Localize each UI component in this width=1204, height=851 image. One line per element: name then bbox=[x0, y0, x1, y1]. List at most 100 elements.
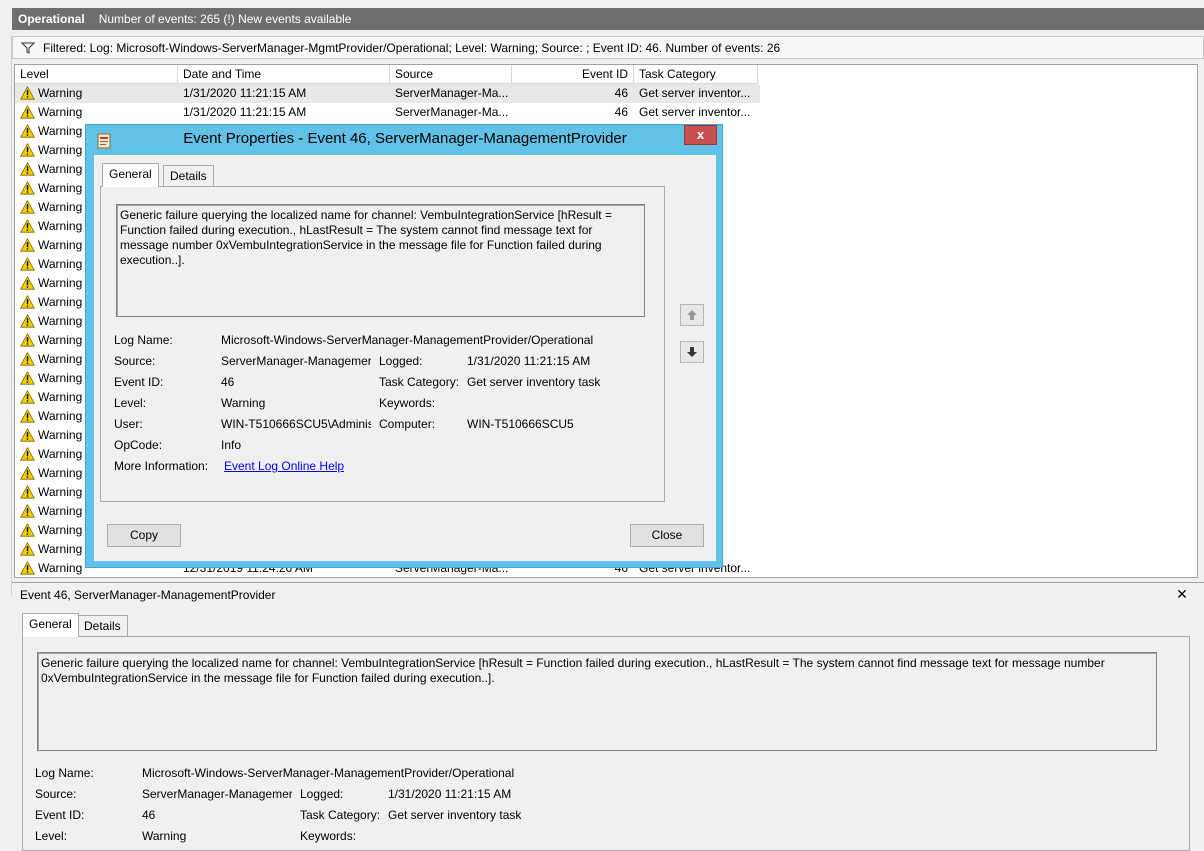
close-button[interactable]: Close bbox=[630, 524, 704, 547]
detail-general-panel: Generic failure querying the localized n… bbox=[22, 636, 1190, 851]
warning-icon bbox=[20, 352, 35, 366]
detail-title: Event 46, ServerManager-ManagementProvid… bbox=[20, 588, 276, 602]
tab-details[interactable]: Details bbox=[163, 165, 214, 187]
warning-icon bbox=[20, 295, 35, 309]
arrow-down-icon bbox=[687, 347, 697, 357]
source-cell: ServerManager-Ma... bbox=[395, 86, 509, 100]
level-label: Level: bbox=[114, 396, 147, 410]
warning-icon bbox=[20, 390, 35, 404]
dialog-title: Event Properties - Event 46, ServerManag… bbox=[183, 130, 627, 147]
warning-icon bbox=[20, 371, 35, 385]
id-cell: 46 bbox=[614, 105, 628, 119]
warning-icon bbox=[20, 333, 35, 347]
detail-logged-value: 1/31/2020 11:21:15 AM bbox=[388, 787, 512, 801]
column-header-level[interactable]: Level bbox=[15, 65, 178, 84]
computer-label: Computer: bbox=[379, 417, 436, 431]
user-value: WIN-T510666SCU5\Adminis bbox=[221, 417, 371, 431]
event-count-summary: Number of events: 265 (!) New events ava… bbox=[98, 12, 352, 26]
warning-icon bbox=[20, 542, 35, 556]
source-cell: ServerManager-Ma... bbox=[395, 105, 509, 119]
log-name-label: Log Name: bbox=[114, 333, 173, 347]
dialog-body: General Details Generic failure querying… bbox=[94, 155, 716, 561]
log-name: Operational bbox=[18, 12, 85, 26]
detail-source-label: Source: bbox=[35, 787, 77, 801]
warning-icon bbox=[20, 428, 35, 442]
log-name-value: Microsoft-Windows-ServerManager-Manageme… bbox=[221, 333, 594, 347]
detail-event-id-label: Event ID: bbox=[35, 808, 85, 822]
detail-task-category-value: Get server inventory task bbox=[388, 808, 522, 822]
date-cell: 1/31/2020 11:21:15 AM bbox=[183, 86, 307, 100]
detail-source-value: ServerManager-Managemer bbox=[142, 787, 292, 801]
warning-icon bbox=[20, 561, 35, 575]
warning-icon bbox=[20, 485, 35, 499]
next-event-button[interactable] bbox=[680, 341, 704, 363]
column-header-date[interactable]: Date and Time bbox=[178, 65, 390, 84]
warning-icon bbox=[20, 219, 35, 233]
arrow-up-icon bbox=[687, 310, 697, 320]
event-log-online-help-link[interactable]: Event Log Online Help bbox=[224, 459, 344, 473]
table-row[interactable]: Warning 1/31/2020 11:21:15 AM ServerManage… bbox=[15, 103, 760, 122]
left-strip bbox=[0, 36, 12, 596]
column-header-source[interactable]: Source bbox=[390, 65, 512, 84]
warning-icon bbox=[20, 200, 35, 214]
computer-value: WIN-T510666SCU5 bbox=[467, 417, 574, 431]
detail-header: Event 46, ServerManager-ManagementProvid… bbox=[12, 582, 1204, 604]
event-detail-pane: Event 46, ServerManager-ManagementProvid… bbox=[12, 582, 1204, 851]
warning-icon bbox=[20, 105, 35, 119]
task-category-label: Task Category: bbox=[379, 375, 460, 389]
logged-label: Logged: bbox=[379, 354, 423, 368]
detail-tab-general[interactable]: General bbox=[22, 613, 79, 637]
previous-event-button[interactable] bbox=[680, 304, 704, 326]
log-title-bar: Operational Number of events: 265 (!) Ne… bbox=[12, 8, 1204, 30]
warning-icon bbox=[20, 523, 35, 537]
filter-text: Filtered: Log: Microsoft-Windows-ServerM… bbox=[43, 40, 781, 55]
warning-icon bbox=[20, 447, 35, 461]
dialog-close-button[interactable]: x bbox=[684, 125, 717, 145]
source-label: Source: bbox=[114, 354, 156, 368]
task-cell: Get server inventor... bbox=[639, 105, 751, 119]
column-header-task-category[interactable]: Task Category bbox=[634, 65, 758, 84]
date-cell: 1/31/2020 11:21:15 AM bbox=[183, 105, 307, 119]
task-cell: Get server inventor... bbox=[639, 86, 751, 100]
detail-tab-details[interactable]: Details bbox=[77, 615, 128, 637]
detail-close-icon[interactable]: ✕ bbox=[1174, 586, 1190, 602]
warning-icon bbox=[20, 276, 35, 290]
opcode-value: Info bbox=[221, 438, 242, 452]
logged-value: 1/31/2020 11:21:15 AM bbox=[467, 354, 591, 368]
warning-icon bbox=[20, 143, 35, 157]
id-cell: 46 bbox=[614, 86, 628, 100]
column-header-event-id[interactable]: Event ID bbox=[512, 65, 634, 84]
event-list-header: Level Date and Time Source Event ID Task… bbox=[15, 65, 1197, 84]
detail-log-name-label: Log Name: bbox=[35, 766, 94, 780]
warning-icon bbox=[20, 86, 35, 100]
warning-icon bbox=[20, 409, 35, 423]
detail-level-label: Level: bbox=[35, 829, 68, 843]
warning-icon bbox=[20, 314, 35, 328]
warning-icon bbox=[20, 466, 35, 480]
opcode-label: OpCode: bbox=[114, 438, 163, 452]
detail-task-category-label: Task Category: bbox=[300, 808, 381, 822]
filter-bar: Filtered: Log: Microsoft-Windows-ServerM… bbox=[12, 36, 1204, 59]
warning-icon bbox=[20, 238, 35, 252]
warning-icon bbox=[20, 162, 35, 176]
detail-level-value: Warning bbox=[142, 829, 187, 843]
more-information-label: More Information: bbox=[114, 459, 209, 473]
event-id-label: Event ID: bbox=[114, 375, 164, 389]
detail-message-box[interactable]: Generic failure querying the localized n… bbox=[37, 652, 1157, 751]
warning-icon bbox=[20, 181, 35, 195]
warning-icon bbox=[20, 257, 35, 271]
event-id-value: 46 bbox=[221, 375, 235, 389]
event-properties-dialog: Event Properties - Event 46, ServerManag… bbox=[85, 124, 723, 568]
event-message-box[interactable]: Generic failure querying the localized n… bbox=[116, 204, 645, 317]
tab-general[interactable]: General bbox=[102, 163, 159, 187]
level-cell: Warning bbox=[38, 105, 83, 119]
keywords-label: Keywords: bbox=[379, 396, 436, 410]
source-value: ServerManager-Managemer bbox=[221, 354, 371, 368]
copy-button[interactable]: Copy bbox=[107, 524, 181, 547]
general-panel: Generic failure querying the localized n… bbox=[100, 186, 665, 502]
detail-event-id-value: 46 bbox=[142, 808, 156, 822]
detail-keywords-label: Keywords: bbox=[300, 829, 357, 843]
user-label: User: bbox=[114, 417, 143, 431]
level-value: Warning bbox=[221, 396, 266, 410]
table-row[interactable]: Warning 1/31/2020 11:21:15 AM ServerManage… bbox=[15, 84, 760, 103]
